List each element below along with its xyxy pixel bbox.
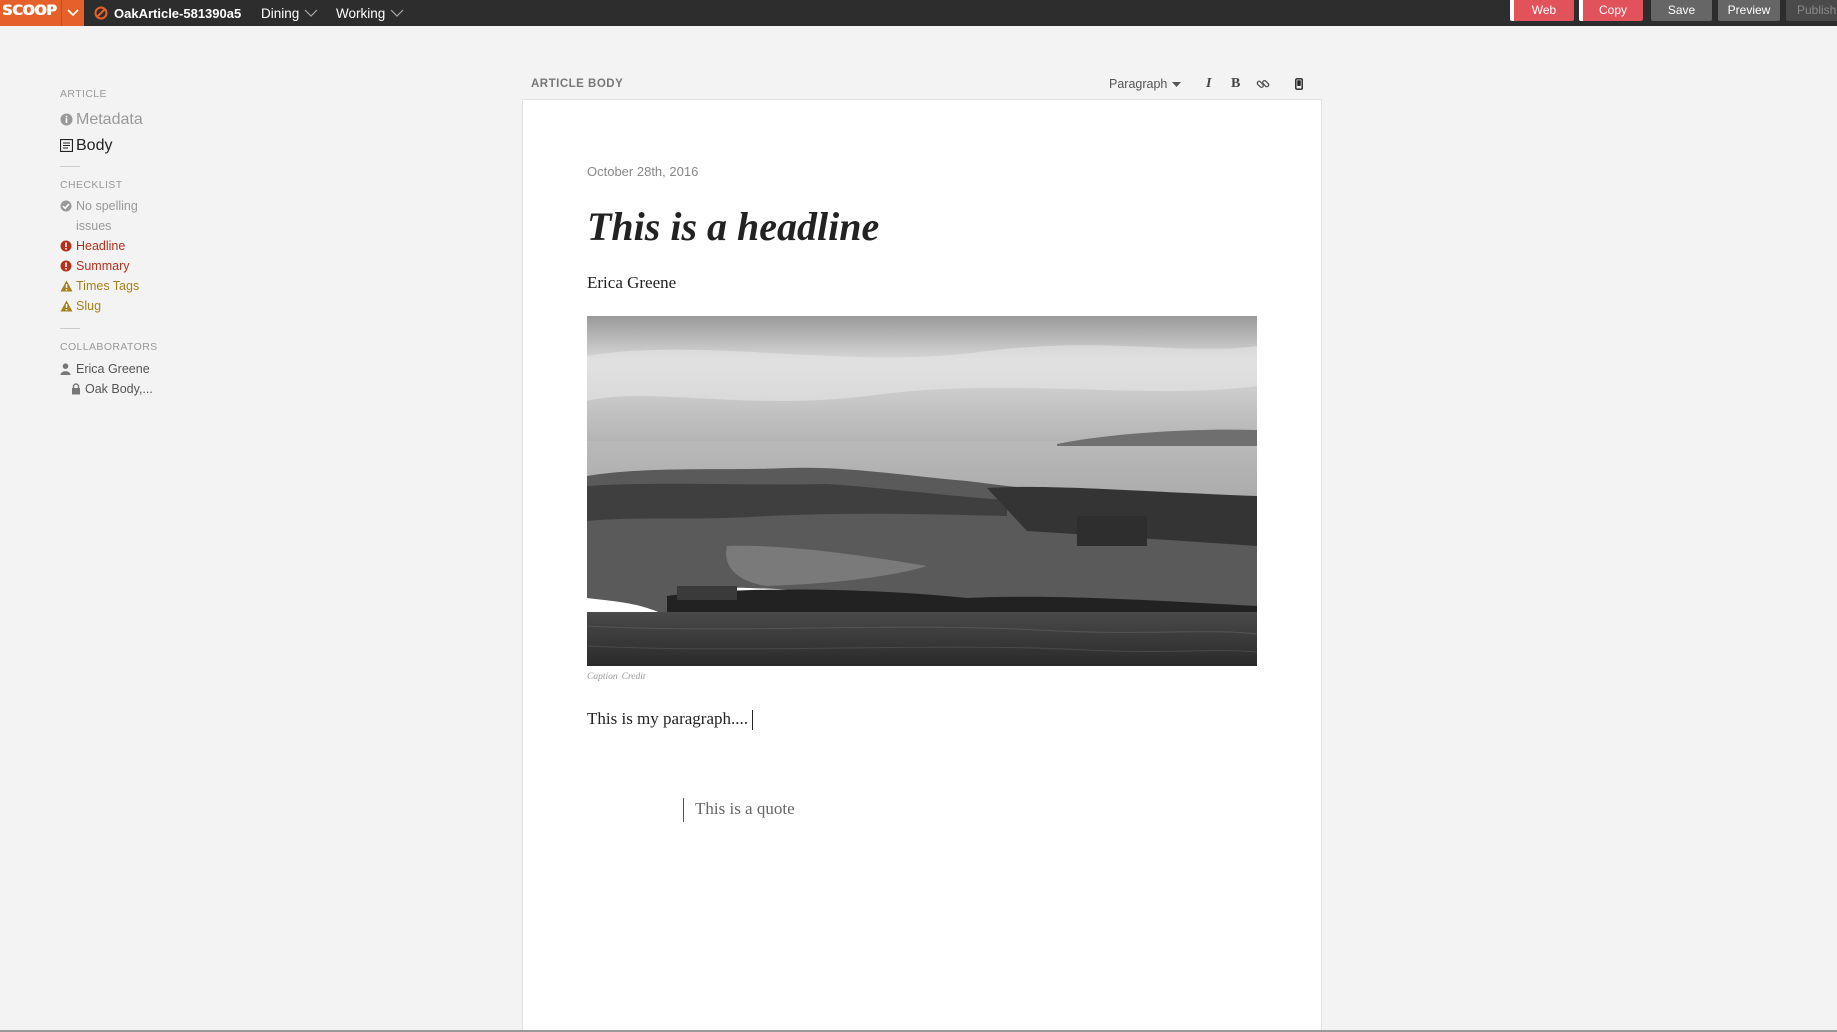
divider xyxy=(60,328,80,329)
info-circle-icon xyxy=(60,109,74,126)
lock-icon xyxy=(71,379,83,395)
block-type-dropdown[interactable]: Paragraph xyxy=(1109,74,1182,94)
section-dropdown-label: Dining xyxy=(261,5,300,21)
link-icon xyxy=(1256,80,1270,88)
status-dropdown-label: Working xyxy=(336,5,386,21)
collaborator-lock-item: Oak Body,... xyxy=(60,379,180,399)
link-button[interactable] xyxy=(1256,74,1270,94)
preview-button[interactable]: Preview xyxy=(1718,0,1780,21)
exclamation-circle-icon xyxy=(60,256,74,272)
copy-button[interactable]: Copy xyxy=(1579,0,1643,21)
checklist-item-label: Headline xyxy=(76,239,126,253)
checklist-item-label: No spelling issues xyxy=(76,199,138,233)
chevron-down-icon xyxy=(304,9,318,17)
checklist-item-slug[interactable]: Slug xyxy=(60,296,180,316)
caption-text[interactable]: Caption xyxy=(587,672,618,682)
collaborator-name: Erica Greene xyxy=(76,362,150,376)
italic-button[interactable]: I xyxy=(1206,74,1211,94)
web-button[interactable]: Web xyxy=(1510,0,1574,21)
article-photo[interactable] xyxy=(587,316,1257,666)
warning-triangle-icon xyxy=(60,296,74,312)
article-document[interactable]: October 28th, 2016 This is a headline Er… xyxy=(522,99,1322,1032)
sidebar-item-label: Body xyxy=(76,137,113,154)
mobile-phone-icon xyxy=(1295,78,1303,90)
text-cursor xyxy=(752,710,753,731)
credit-text[interactable]: Credit xyxy=(622,672,646,682)
lock-label: Oak Body,... xyxy=(85,382,153,396)
checklist-item-headline[interactable]: Headline xyxy=(60,236,180,256)
checklist-item-label: Times Tags xyxy=(76,279,140,293)
block-type-label: Paragraph xyxy=(1109,77,1168,91)
sidebar-item-label: Metadata xyxy=(76,111,143,128)
article-id-text: OakArticle-581390a5 xyxy=(114,5,242,21)
checklist-item-times-tags[interactable]: Times Tags xyxy=(60,276,180,296)
article-id-label: OakArticle-581390a5 xyxy=(94,0,241,26)
article-byline[interactable]: Erica Greene xyxy=(587,273,676,293)
sidebar-item-body[interactable]: Body xyxy=(60,135,180,156)
section-dropdown[interactable]: Dining xyxy=(261,0,318,26)
article-section-heading: ARTICLE xyxy=(60,88,107,100)
checklist-item-label: Slug xyxy=(76,299,102,313)
status-dropdown[interactable]: Working xyxy=(336,0,404,26)
sidebar: ARTICLE Metadata Body CHECKLIST No spell… xyxy=(60,88,180,399)
save-button[interactable]: Save xyxy=(1651,0,1712,21)
article-date[interactable]: October 28th, 2016 xyxy=(587,164,698,179)
checklist-item-summary[interactable]: Summary xyxy=(60,256,180,276)
article-paragraph[interactable]: This is my paragraph.... xyxy=(587,709,753,731)
checklist-item-label: Summary xyxy=(76,259,130,273)
user-icon xyxy=(60,359,74,375)
scoop-logo[interactable]: SCOOP xyxy=(0,0,61,26)
checklist: No spelling issues Headline Summary Time… xyxy=(60,196,180,316)
collaborator-item[interactable]: Erica Greene xyxy=(60,359,180,379)
article-blockquote[interactable]: This is a quote xyxy=(683,798,795,822)
sidebar-item-metadata[interactable]: Metadata xyxy=(60,109,180,130)
unpublished-ban-icon xyxy=(94,6,108,20)
exclamation-circle-icon xyxy=(60,236,74,252)
check-circle-icon xyxy=(60,196,74,212)
caret-down-icon xyxy=(1172,81,1182,87)
article-body-label: ARTICLE BODY xyxy=(531,78,624,90)
checklist-section-heading: CHECKLIST xyxy=(60,179,123,191)
warning-triangle-icon xyxy=(60,276,74,292)
top-bar: SCOOP OakArticle-581390a5 Dining Working… xyxy=(0,0,1837,26)
article-headline[interactable]: This is a headline xyxy=(587,203,879,250)
paragraph-text[interactable]: This is my paragraph.... xyxy=(587,709,748,728)
app-menu-dropdown[interactable] xyxy=(61,0,84,26)
document-lines-icon xyxy=(60,135,74,152)
photo-caption[interactable]: Caption Credit xyxy=(587,672,650,682)
divider xyxy=(60,166,80,167)
publish-button[interactable]: Publish xyxy=(1786,0,1837,21)
mobile-preview-button[interactable] xyxy=(1295,74,1303,94)
collaborators-section-heading: COLLABORATORS xyxy=(60,341,158,353)
collaborators-list: Erica Greene Oak Body,... xyxy=(60,359,180,399)
checklist-item-spelling[interactable]: No spelling issues xyxy=(60,196,180,236)
bold-button[interactable]: B xyxy=(1231,74,1240,94)
chevron-down-icon xyxy=(67,9,79,17)
chevron-down-icon xyxy=(390,9,404,17)
